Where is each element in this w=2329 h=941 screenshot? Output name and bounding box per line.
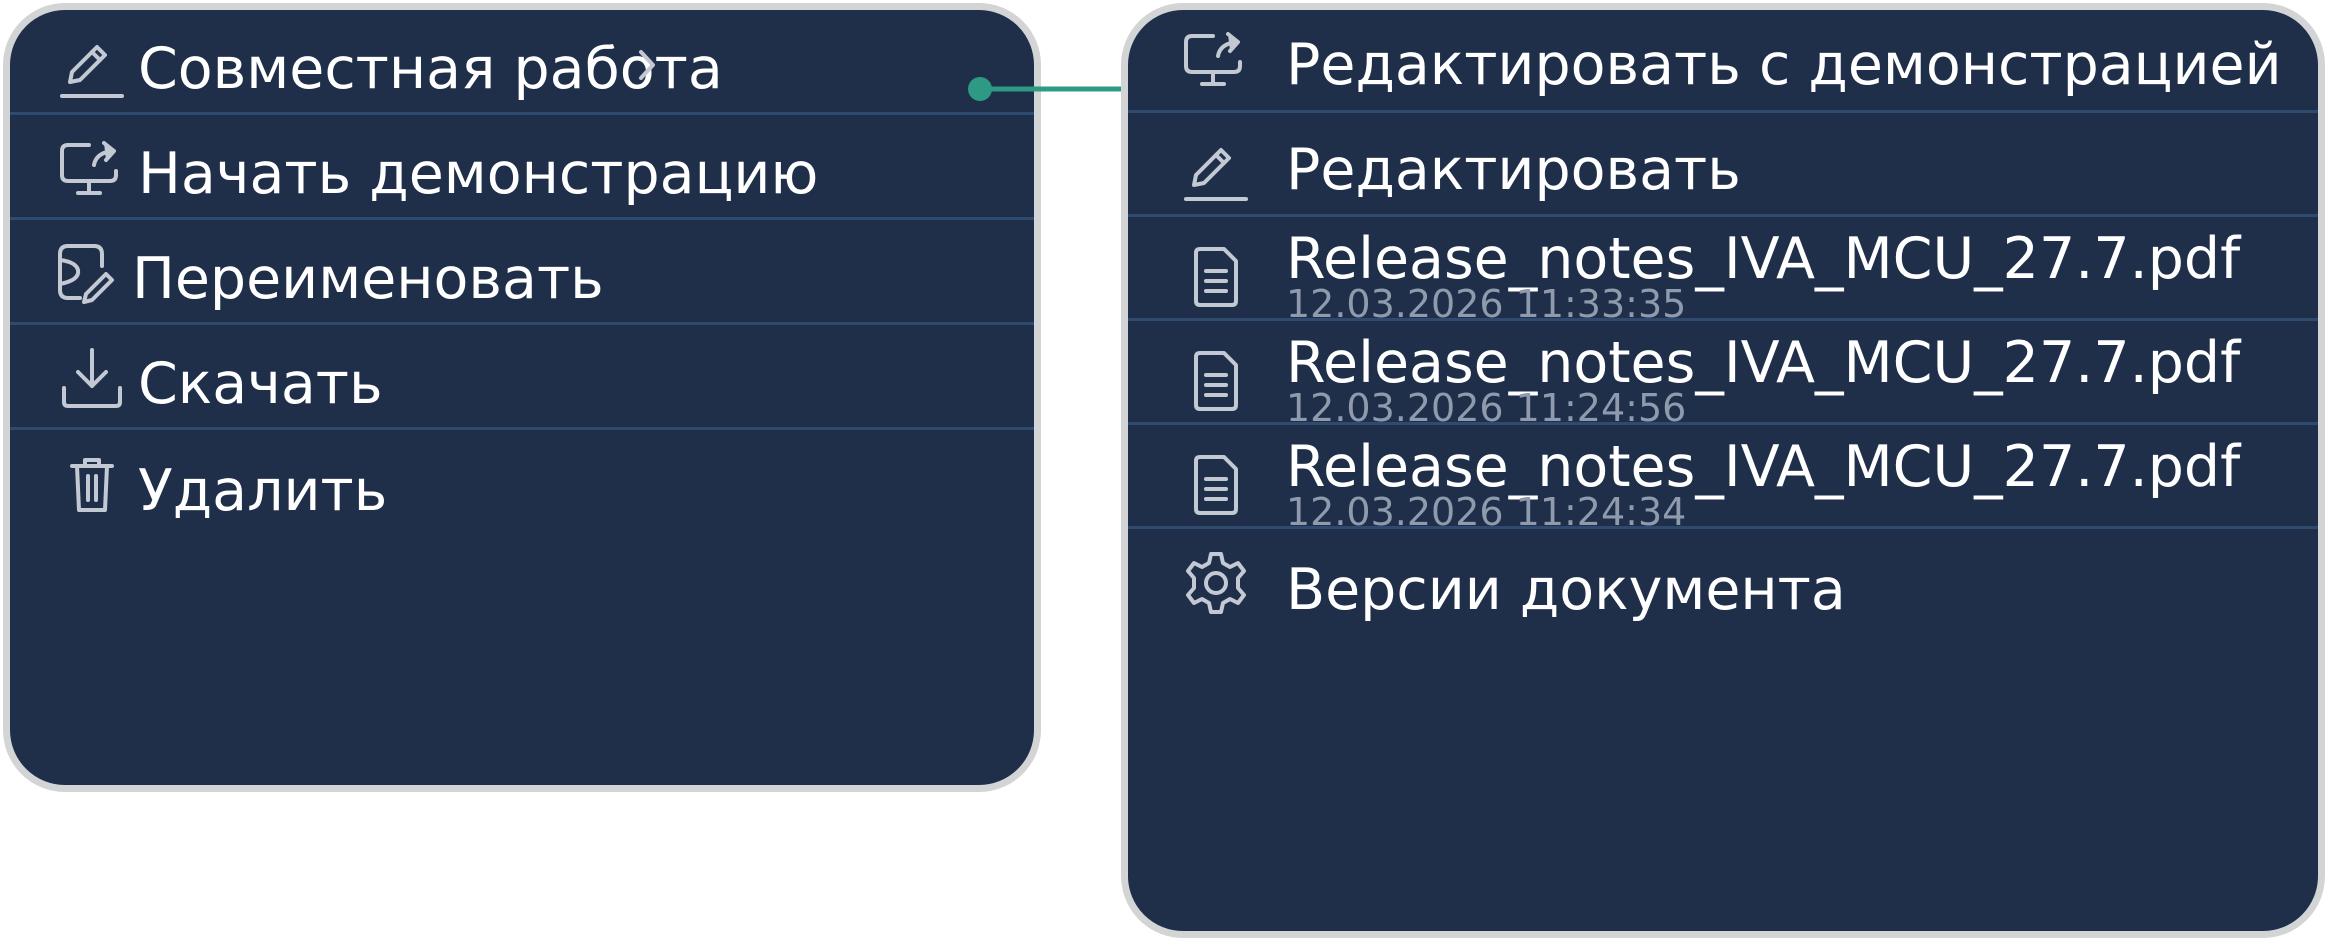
document-icon: [1180, 345, 1252, 417]
menu-item-download[interactable]: Скачать: [10, 325, 1034, 427]
submenu-item-edit[interactable]: Редактировать: [1128, 113, 2318, 214]
pencil-icon: [1180, 133, 1252, 205]
screen-share-icon: [1180, 24, 1252, 96]
menu-item-label: Скачать: [138, 351, 383, 417]
menu-item-label: Переименовать: [132, 246, 604, 312]
version-filename: Release_notes_IVA_MCU_27.7.pdf: [1286, 330, 2241, 396]
trash-icon: [56, 448, 128, 520]
menu-item-rename[interactable]: Переименовать: [10, 220, 1034, 322]
submenu-item-label: Версии документа: [1286, 557, 1846, 623]
version-item[interactable]: Release_notes_IVA_MCU_27.7.pdf 12.03.202…: [1128, 217, 2318, 323]
document-icon: [1180, 241, 1252, 313]
download-icon: [56, 342, 128, 414]
submenu-item-edit-with-demo[interactable]: Редактировать с демонстрацией: [1128, 10, 2318, 110]
menu-item-collaboration[interactable]: Совместная работа: [10, 10, 1034, 112]
menu-item-start-demo[interactable]: Начать демонстрацию: [10, 115, 1034, 217]
rename-icon: [50, 236, 122, 308]
screen-share-icon: [56, 133, 128, 205]
menu-item-delete[interactable]: Удалить: [10, 430, 1034, 532]
gear-icon: [1180, 547, 1252, 619]
menu-item-label: Начать демонстрацию: [138, 141, 819, 207]
pencil-icon: [56, 30, 128, 102]
context-menu: Совместная работа Начать демонстрацию Пе…: [3, 3, 1041, 792]
submenu-item-document-versions[interactable]: Версии документа: [1128, 529, 2318, 631]
submenu-connector: [968, 77, 1136, 101]
document-icon: [1180, 449, 1252, 521]
version-item[interactable]: Release_notes_IVA_MCU_27.7.pdf 12.03.202…: [1128, 425, 2318, 531]
submenu-item-label: Редактировать: [1286, 137, 1741, 203]
chevron-right-icon: [612, 28, 655, 100]
menu-item-label: Удалить: [138, 458, 388, 524]
version-filename: Release_notes_IVA_MCU_27.7.pdf: [1286, 434, 2241, 500]
collaboration-submenu: Редактировать с демонстрацией Редактиров…: [1121, 3, 2325, 938]
version-filename: Release_notes_IVA_MCU_27.7.pdf: [1286, 226, 2241, 292]
submenu-item-label: Редактировать с демонстрацией: [1286, 32, 2282, 98]
version-item[interactable]: Release_notes_IVA_MCU_27.7.pdf 12.03.202…: [1128, 321, 2318, 427]
